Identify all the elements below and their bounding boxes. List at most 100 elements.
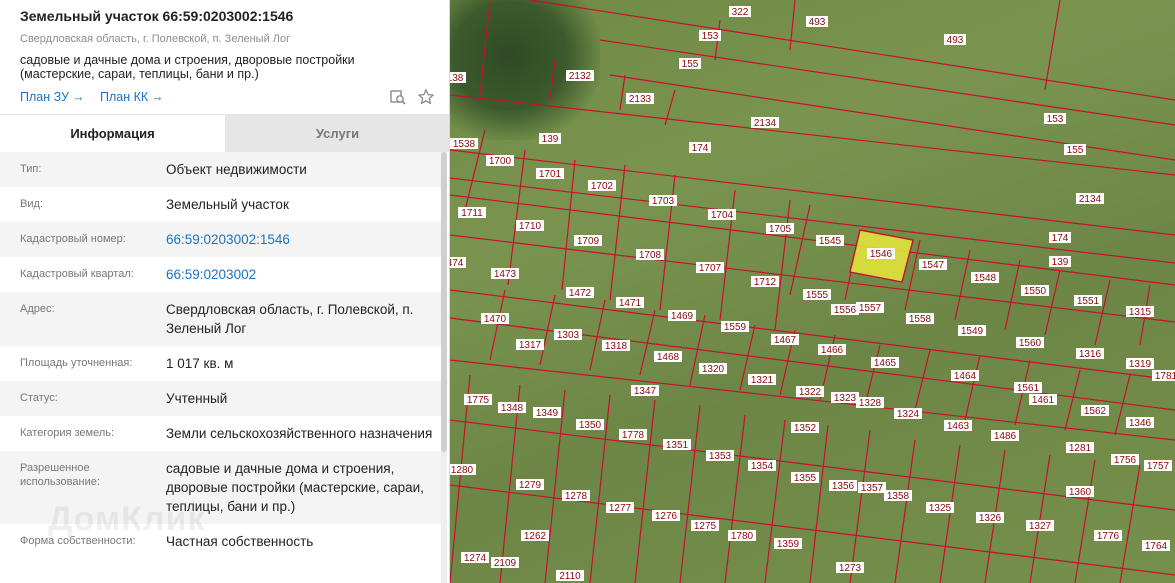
parcel-boundary	[507, 149, 526, 286]
row-ownership: Форма собственности: Частная собственнос…	[0, 524, 446, 559]
parcel-number: 1471	[619, 298, 642, 309]
parcel-number: 1703	[652, 196, 675, 207]
parcel-label-1470: 1470	[481, 313, 509, 325]
parcel-boundary	[914, 349, 931, 411]
parcel-number: 2132	[569, 71, 592, 82]
parcel-number: 1549	[961, 326, 984, 337]
row-value: Учтенный	[166, 391, 228, 406]
row-land-category: Категория земель: Земли сельскохозяйстве…	[0, 416, 446, 451]
parcel-label-1775: 1775	[464, 394, 492, 406]
plan-zu-label: План ЗУ	[20, 90, 69, 104]
row-value: Свердловская область, г. Полевской, п. З…	[166, 302, 414, 336]
parcel-number: 1319	[1129, 359, 1152, 370]
parcel-boundary	[1119, 464, 1141, 583]
parcel-boundary	[954, 249, 971, 321]
parcel-number: 1274	[464, 553, 487, 564]
info-table: Тип: Объект недвижимости Вид: Земельный …	[0, 152, 446, 559]
parcel-label-1327: 1327	[1026, 520, 1054, 532]
scrollbar-thumb[interactable]	[441, 152, 447, 452]
parcel-label-1559: 1559	[721, 321, 749, 333]
parcel-label-1555: 1555	[803, 289, 831, 301]
parcel-number: 1273	[839, 563, 862, 574]
parcel-label-1326: 1326	[976, 512, 1004, 524]
plan-kk-label: План КК	[100, 90, 149, 104]
parcel-label-1262: 1262	[521, 530, 549, 542]
parcel-number: 1709	[577, 236, 600, 247]
parcel-boundary	[619, 74, 626, 111]
parcel-label-1319: 1319	[1126, 358, 1154, 370]
parcel-label-1472: 1472	[566, 287, 594, 299]
cadastral-map[interactable]: 3224931534931382132155213321341531391551…	[450, 0, 1175, 583]
plan-kk-link[interactable]: План КК →	[100, 89, 164, 105]
parcel-number: 1778	[622, 430, 645, 441]
parcel-number: 1281	[1069, 443, 1092, 454]
parcel-address: Свердловская область, г. Полевской, п. З…	[20, 33, 291, 45]
parcel-number: 1701	[539, 169, 562, 180]
parcel-label-1709: 1709	[574, 235, 602, 247]
parcel-label-1465: 1465	[871, 357, 899, 369]
parcel-label-1318: 1318	[602, 340, 630, 352]
cadastral-quarter-link[interactable]: 66:59:0203002	[166, 265, 446, 284]
parcel-label-1471: 1471	[616, 297, 644, 309]
parcel-boundary	[789, 0, 796, 51]
parcel-number: 1559	[724, 322, 747, 333]
parcel-label-493: 493	[806, 16, 828, 28]
parcel-boundary	[894, 439, 916, 583]
parcel-label-1548: 1548	[971, 272, 999, 284]
parcel-label-1360: 1360	[1066, 486, 1094, 498]
parcel-layer[interactable]: 3224931534931382132155213321341531391551…	[450, 0, 1175, 583]
parcel-label-1348: 1348	[498, 402, 526, 414]
parcel-label-1545: 1545	[816, 235, 844, 247]
parcel-number: 1473	[494, 269, 517, 280]
parcel-label-1556: 1556	[831, 304, 859, 316]
parcel-boundary	[939, 444, 961, 583]
parcel-number: 1562	[1084, 406, 1107, 417]
parcel-boundary	[1029, 454, 1051, 583]
parcel-number: 1557	[859, 303, 882, 314]
parcel-boundary	[1064, 369, 1081, 431]
parcel-number: 1463	[947, 421, 970, 432]
map-search-icon[interactable]	[389, 88, 407, 106]
parcel-number: 1708	[639, 250, 662, 261]
parcel-label-1757: 1757	[1144, 460, 1172, 472]
parcel-number: 174	[692, 143, 709, 154]
panel-scrollbar[interactable]	[441, 152, 447, 583]
parcel-label-1461: 1461	[1029, 394, 1057, 406]
parcel-label-1346: 1346	[1126, 417, 1154, 429]
parcel-label-1707: 1707	[696, 262, 724, 274]
parcel-label-1359: 1359	[774, 538, 802, 550]
parcel-number: 1780	[731, 531, 754, 542]
tab-services[interactable]: Услуги	[225, 115, 449, 152]
info-panel: Земельный участок 66:59:0203002:1546 Све…	[0, 0, 450, 583]
parcel-boundary	[589, 299, 606, 371]
cadastral-number-link[interactable]: 66:59:0203002:1546	[166, 230, 446, 249]
row-value: 1 017 кв. м	[166, 356, 234, 371]
parcel-label-1700: 1700	[486, 155, 514, 167]
tab-info[interactable]: Информация	[0, 115, 225, 152]
parcel-label-1317: 1317	[516, 339, 544, 351]
plan-links: План ЗУ → План КК →	[20, 89, 434, 107]
parcel-number: 1350	[579, 420, 602, 431]
header-actions	[389, 88, 435, 106]
parcel-number: 1781	[1155, 371, 1175, 382]
parcel-label-1469: 1469	[668, 310, 696, 322]
plan-zu-link[interactable]: План ЗУ →	[20, 89, 84, 105]
parcel-number: 1468	[657, 352, 680, 363]
parcel-label-138: 138	[450, 72, 466, 84]
row-value: Земли сельскохозяйственного назначения	[166, 426, 433, 441]
parcel-number: 1323	[834, 393, 857, 404]
parcel-label-1550: 1550	[1021, 285, 1049, 297]
parcel-label-1703: 1703	[649, 195, 677, 207]
parcel-number: 1347	[634, 386, 657, 397]
parcel-boundary	[809, 424, 829, 583]
parcel-boundary	[634, 399, 656, 583]
parcel-label-1276: 1276	[652, 510, 680, 522]
parcel-number: 1461	[1032, 395, 1055, 406]
parcel-label-1486: 1486	[991, 430, 1019, 442]
star-icon[interactable]	[417, 88, 435, 106]
parcel-number: 1351	[666, 440, 689, 451]
parcel-number: 1303	[557, 330, 580, 341]
parcel-number: 2134	[1079, 194, 1102, 205]
parcel-number: 493	[809, 17, 826, 28]
parcel-label-1303: 1303	[554, 329, 582, 341]
